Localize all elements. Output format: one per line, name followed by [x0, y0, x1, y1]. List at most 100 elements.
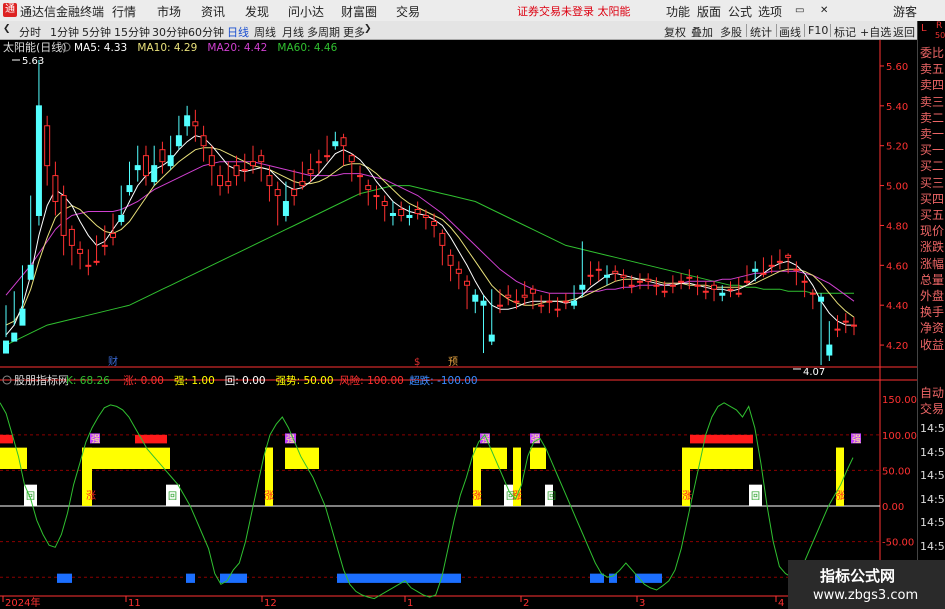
candle: [678, 280, 685, 283]
menu-discover[interactable]: 发现: [245, 3, 269, 20]
candle: [505, 294, 512, 298]
period-daily[interactable]: 日线: [227, 24, 249, 40]
oversold-bar: [590, 573, 604, 583]
ma-value-label: MA10: 4.29: [137, 42, 197, 54]
candle: [818, 296, 825, 302]
candle: [768, 264, 775, 267]
candle: [785, 254, 792, 258]
period-5min[interactable]: 5分钟: [82, 24, 111, 40]
candle: [538, 304, 545, 307]
quote-sidebar: 委比 卖五 卖四 卖三 卖二 卖一 买一 买二 买三 买四 买五 现价 涨跌 涨幅 总量 外盘 换手 净资 收益 自动…: [917, 40, 945, 609]
k-line: [0, 402, 854, 600]
sidebar-item: 买三: [920, 175, 945, 190]
strong-marker: 强: [852, 434, 861, 445]
back-marker: 回: [26, 491, 35, 502]
period-30min[interactable]: 30分钟: [152, 24, 188, 40]
ma-value-label: MA5: 4.33: [74, 42, 127, 54]
candle: [340, 137, 347, 147]
sidebar-item: 外盘: [920, 289, 945, 303]
candle: [562, 300, 569, 303]
x-tick-label: 4: [778, 598, 784, 609]
back-button[interactable]: 返回: [893, 24, 915, 40]
add-watchlist-button[interactable]: +自选: [860, 24, 891, 40]
watermark-title: 指标公式网: [820, 567, 896, 585]
toolbar-divider: [830, 24, 831, 37]
candle: [735, 292, 742, 295]
candle: [595, 268, 602, 271]
statistics-button[interactable]: 统计: [750, 24, 772, 40]
period-monthly[interactable]: 月线: [282, 24, 304, 40]
menu-wealth-circle[interactable]: 财富圈: [341, 3, 377, 20]
f10-button[interactable]: F10: [808, 24, 828, 37]
candle: [472, 294, 479, 302]
close-icon[interactable]: ✕: [820, 5, 828, 16]
tick-time-label: 14:56: [920, 516, 945, 529]
draw-line-button[interactable]: 画线: [779, 24, 801, 40]
candle: [27, 264, 34, 280]
candle: [604, 274, 611, 278]
panel-toggle[interactable]: L R 500: [917, 21, 945, 40]
sidebar-trade-item[interactable]: 交易: [920, 402, 945, 416]
minimize-icon[interactable]: ▭: [795, 5, 804, 16]
multi-stock-button[interactable]: 多股: [720, 24, 742, 40]
period-weekly[interactable]: 周线: [254, 24, 276, 40]
ma-value-label: MA20: 4.42: [207, 42, 267, 54]
mark-button[interactable]: 标记: [834, 24, 856, 40]
candle: [431, 220, 438, 226]
candle: [851, 324, 857, 327]
sidebar-item: 卖二: [920, 110, 945, 125]
app-logo-icon: 通: [3, 3, 17, 17]
menu-formula[interactable]: 公式: [728, 3, 752, 20]
candle: [126, 185, 133, 193]
candle: [653, 284, 660, 287]
period-timeshare[interactable]: 分时: [19, 24, 41, 40]
candle: [266, 175, 273, 187]
candle: [307, 169, 314, 175]
candle: [743, 280, 750, 283]
watermark-url: www.zbgs3.com: [813, 588, 919, 603]
candle: [752, 268, 759, 272]
candle: [826, 344, 833, 356]
candle: [52, 175, 59, 203]
overlay-button[interactable]: 叠加: [691, 24, 713, 40]
period-more[interactable]: 更多: [343, 24, 365, 40]
indicator-value-label: 超跌: -100.00: [409, 374, 477, 387]
sidebar-item: 换手: [920, 305, 945, 320]
candle: [801, 280, 808, 283]
menu-ask[interactable]: 问小达: [288, 3, 324, 20]
period-1min[interactable]: 1分钟: [50, 24, 79, 40]
candle: [447, 254, 454, 266]
candle: [389, 212, 396, 216]
menu-trade[interactable]: 交易: [396, 3, 420, 20]
chevron-left-icon[interactable]: ❮: [3, 24, 11, 34]
menu-layout[interactable]: 版面: [697, 3, 721, 20]
candle: [208, 155, 215, 167]
candle: [620, 274, 627, 278]
candle: [175, 135, 182, 147]
menu-news[interactable]: 资讯: [201, 3, 225, 20]
candle: [612, 270, 619, 274]
period-60min[interactable]: 60分钟: [188, 24, 224, 40]
candle: [414, 209, 421, 214]
candle: [793, 268, 800, 271]
candle: [19, 308, 26, 326]
kline-chart[interactable]: 5.605.405.205.004.804.604.404.20150.0010…: [0, 40, 917, 609]
candle: [101, 244, 108, 247]
period-15min[interactable]: 15分钟: [114, 24, 150, 40]
candle: [85, 264, 92, 267]
dividend-marker: $: [414, 357, 420, 368]
menu-quotes[interactable]: 行情: [112, 3, 136, 20]
oversold-bar: [57, 573, 72, 583]
guest-label[interactable]: 游客: [893, 3, 917, 20]
sidebar-trade-item[interactable]: 自动: [920, 386, 945, 400]
menu-options[interactable]: 选项: [758, 3, 782, 20]
candle: [464, 280, 471, 286]
period-multi[interactable]: 多周期: [307, 24, 340, 40]
candle: [513, 300, 520, 303]
candle: [579, 284, 586, 290]
menu-function[interactable]: 功能: [666, 3, 690, 20]
candle: [529, 288, 536, 294]
menu-market[interactable]: 市场: [157, 3, 181, 20]
restore-rights-button[interactable]: 复权: [664, 24, 686, 40]
candle: [381, 201, 388, 207]
